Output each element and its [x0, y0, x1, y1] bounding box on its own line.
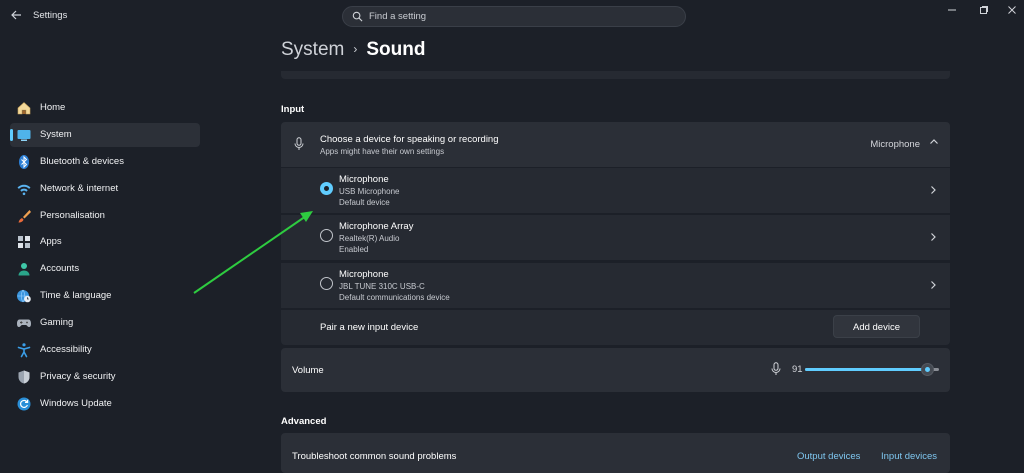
volume-slider-fill — [805, 368, 927, 371]
search-input[interactable] — [369, 9, 669, 24]
input-device-header[interactable]: Choose a device for speaking or recordin… — [281, 122, 950, 167]
update-icon — [17, 397, 31, 411]
device-radio[interactable] — [320, 277, 333, 290]
back-arrow-icon[interactable] — [10, 9, 24, 23]
add-device-button[interactable]: Add device — [833, 315, 920, 338]
sidebar-item-label: Bluetooth & devices — [40, 155, 124, 167]
device-name: Microphone — [339, 174, 389, 185]
chevron-right-icon[interactable] — [929, 185, 937, 195]
device-status: Default device — [339, 198, 390, 207]
sidebar-item-system[interactable]: System — [10, 122, 200, 147]
app-title: Settings — [33, 10, 68, 21]
previous-card-edge — [281, 71, 950, 79]
sidebar-item-accessibility[interactable]: Accessibility — [10, 338, 200, 362]
bluetooth-icon — [19, 154, 29, 169]
page-title: Sound — [366, 39, 426, 60]
accounts-icon — [18, 263, 30, 276]
volume-slider-thumb[interactable] — [921, 363, 934, 376]
troubleshoot-label: Troubleshoot common sound problems — [292, 451, 457, 462]
search-box[interactable] — [342, 6, 686, 27]
pair-device-label: Pair a new input device — [320, 322, 419, 333]
device-description: JBL TUNE 310C USB-C — [339, 282, 425, 291]
input-header-subtitle: Apps might have their own settings — [320, 147, 445, 156]
input-device-row[interactable]: Microphone Array Realtek(R) Audio Enable… — [281, 214, 950, 260]
sidebar-item-label: Home — [40, 102, 66, 113]
chevron-right-icon[interactable] — [929, 280, 937, 290]
sidebar-nav: Home System Bluetooth & devices Network … — [10, 96, 200, 419]
input-device-row[interactable]: Microphone JBL TUNE 310C USB-C Default c… — [281, 262, 950, 308]
sidebar-item-network[interactable]: Network & internet — [10, 177, 200, 201]
device-status: Default communications device — [339, 293, 450, 302]
sidebar-item-time-language[interactable]: Time & language — [10, 284, 200, 308]
device-description: Realtek(R) Audio — [339, 234, 400, 243]
sidebar-item-apps[interactable]: Apps — [10, 230, 200, 254]
sidebar-item-label: System — [40, 128, 72, 140]
sidebar-item-label: Personalisation — [40, 209, 105, 221]
globe-clock-icon — [17, 290, 31, 303]
device-description: USB Microphone — [339, 187, 400, 196]
breadcrumb-separator: › — [353, 42, 358, 56]
title-bar: Settings — [0, 0, 1024, 34]
volume-slider[interactable] — [805, 363, 939, 376]
sidebar-item-privacy-security[interactable]: Privacy & security — [10, 365, 200, 389]
restore-icon[interactable] — [976, 5, 992, 19]
minimize-icon[interactable] — [944, 5, 960, 19]
sidebar-item-gaming[interactable]: Gaming — [10, 311, 200, 335]
microphone-icon — [294, 137, 304, 150]
close-icon[interactable] — [1004, 5, 1020, 19]
device-name: Microphone Array — [339, 221, 414, 232]
search-icon — [352, 11, 363, 22]
input-header-title: Choose a device for speaking or recordin… — [320, 134, 499, 145]
selected-input-device: Microphone — [870, 139, 920, 150]
breadcrumb: System › Sound — [281, 39, 425, 61]
sidebar-item-accounts[interactable]: Accounts — [10, 257, 200, 281]
volume-value: 91 — [792, 364, 803, 375]
sidebar-item-windows-update[interactable]: Windows Update — [10, 392, 200, 416]
accessibility-icon — [17, 343, 31, 358]
sidebar-item-label: Time & language — [40, 290, 112, 302]
input-section-label: Input — [281, 104, 305, 115]
system-icon — [17, 129, 31, 141]
gamepad-icon — [17, 319, 31, 328]
home-icon — [17, 102, 31, 115]
input-device-row[interactable]: Microphone USB Microphone Default device — [281, 167, 950, 213]
sidebar-item-label: Privacy & security — [40, 370, 116, 382]
chevron-up-icon[interactable] — [929, 137, 939, 147]
microphone-icon[interactable] — [771, 362, 781, 376]
sidebar-item-label: Gaming — [40, 317, 74, 329]
input-devices-link[interactable]: Input devices — [881, 451, 937, 462]
apps-icon — [18, 236, 30, 249]
device-status: Enabled — [339, 245, 369, 254]
volume-label: Volume — [292, 365, 324, 376]
wifi-icon — [17, 184, 31, 195]
device-radio[interactable] — [320, 229, 333, 242]
input-volume-card: Volume 91 — [281, 348, 950, 392]
sidebar-item-label: Accessibility — [40, 344, 92, 356]
selection-indicator — [10, 128, 13, 141]
brush-icon — [18, 209, 31, 223]
chevron-right-icon[interactable] — [929, 232, 937, 242]
sidebar-item-personalisation[interactable]: Personalisation — [10, 204, 200, 228]
breadcrumb-parent[interactable]: System — [281, 39, 344, 60]
troubleshoot-card: Troubleshoot common sound problems Outpu… — [281, 433, 950, 473]
pair-input-device-row: Pair a new input device Add device — [281, 309, 950, 345]
device-radio[interactable] — [320, 182, 333, 195]
sidebar-item-label: Apps — [40, 236, 62, 248]
sidebar-item-bluetooth[interactable]: Bluetooth & devices — [10, 150, 200, 174]
device-name: Microphone — [339, 269, 389, 280]
sidebar-item-label: Accounts — [40, 263, 80, 275]
output-devices-link[interactable]: Output devices — [797, 451, 860, 462]
advanced-section-label: Advanced — [281, 416, 327, 427]
shield-icon — [18, 370, 30, 384]
sidebar-item-label: Network & internet — [40, 182, 119, 194]
sidebar-item-label: Windows Update — [40, 397, 112, 409]
sidebar-item-home[interactable]: Home — [10, 96, 200, 120]
